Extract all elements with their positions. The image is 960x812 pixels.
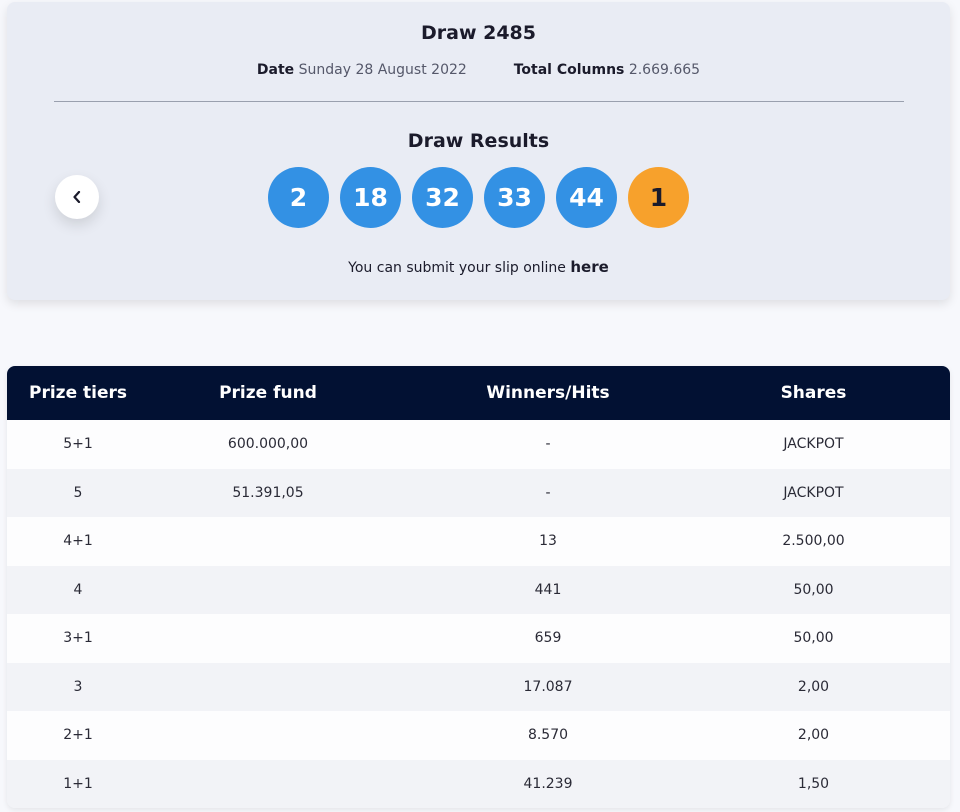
table-body: 5+1 600.000,00 - JACKPOT 5 51.391,05 - J…	[7, 420, 950, 808]
cell-fund: 51.391,05	[232, 484, 304, 501]
bonus-ball: 1	[628, 167, 689, 228]
result-numbers: 2 18 32 33 44 1	[268, 167, 689, 228]
table-row: 4 441 50,00	[7, 565, 950, 614]
cell-tier: 4+1	[63, 533, 93, 550]
header-winners-hits: Winners/Hits	[486, 383, 610, 403]
cell-winners: 41.239	[523, 775, 573, 792]
table-row: 3 17.087 2,00	[7, 662, 950, 711]
result-ball: 2	[268, 167, 329, 228]
total-columns-value: 2.669.665	[628, 62, 701, 78]
cell-shares: 2.500,00	[782, 533, 845, 550]
cell-shares: 2,00	[797, 727, 830, 744]
header-prize-tiers: Prize tiers	[29, 383, 127, 403]
cell-shares: 50,00	[793, 630, 834, 647]
result-ball: 18	[340, 167, 401, 228]
cell-shares: JACKPOT	[783, 484, 844, 501]
divider	[54, 101, 904, 102]
table-header: Prize tiers Prize fund Winners/Hits Shar…	[7, 366, 950, 420]
previous-draw-button[interactable]	[55, 175, 99, 219]
draw-card: Draw 2485 Date Sunday 28 August 2022 Tot…	[7, 2, 950, 300]
cell-fund: 600.000,00	[227, 436, 309, 453]
cell-tier: 1+1	[63, 775, 93, 792]
table-row: 3+1 659 50,00	[7, 614, 950, 663]
cell-tier: 3+1	[63, 630, 93, 647]
cell-winners: 13	[539, 533, 557, 550]
result-ball: 44	[556, 167, 617, 228]
cell-shares: JACKPOT	[783, 436, 844, 453]
table-row: 4+1 13 2.500,00	[7, 517, 950, 566]
submit-slip-label: You can submit your slip online	[348, 260, 566, 276]
draw-meta: Date Sunday 28 August 2022 Total Columns…	[7, 62, 950, 78]
cell-winners: 659	[534, 630, 562, 647]
cell-winners: 441	[534, 581, 562, 598]
draw-results-title: Draw Results	[407, 130, 550, 152]
cell-shares: 1,50	[797, 775, 830, 792]
cell-tier: 5+1	[63, 436, 93, 453]
result-ball: 33	[484, 167, 545, 228]
submit-slip-link[interactable]: here	[570, 258, 608, 276]
cell-shares: 2,00	[797, 678, 830, 695]
table-row: 1+1 41.239 1,50	[7, 759, 950, 808]
cell-winners: -	[545, 484, 551, 501]
cell-tier: 4	[73, 581, 83, 598]
date-label: Date	[256, 62, 295, 78]
date-value: Sunday 28 August 2022	[298, 62, 467, 78]
cell-tier: 5	[73, 484, 83, 501]
submit-slip-text: You can submit your slip online here	[7, 258, 950, 276]
result-ball: 32	[412, 167, 473, 228]
table-row: 5 51.391,05 - JACKPOT	[7, 468, 950, 517]
header-prize-fund: Prize fund	[219, 383, 317, 403]
total-columns-label: Total Columns	[513, 62, 625, 78]
chevron-left-icon	[73, 191, 81, 203]
table-row: 2+1 8.570 2,00	[7, 711, 950, 760]
cell-winners: -	[545, 436, 551, 453]
cell-winners: 8.570	[527, 727, 569, 744]
draw-title: Draw 2485	[420, 22, 536, 44]
cell-tier: 2+1	[63, 727, 93, 744]
cell-tier: 3	[73, 678, 83, 695]
cell-winners: 17.087	[523, 678, 573, 695]
prize-table: Prize tiers Prize fund Winners/Hits Shar…	[7, 366, 950, 808]
header-shares: Shares	[780, 383, 847, 403]
cell-shares: 50,00	[793, 581, 834, 598]
table-row: 5+1 600.000,00 - JACKPOT	[7, 420, 950, 469]
